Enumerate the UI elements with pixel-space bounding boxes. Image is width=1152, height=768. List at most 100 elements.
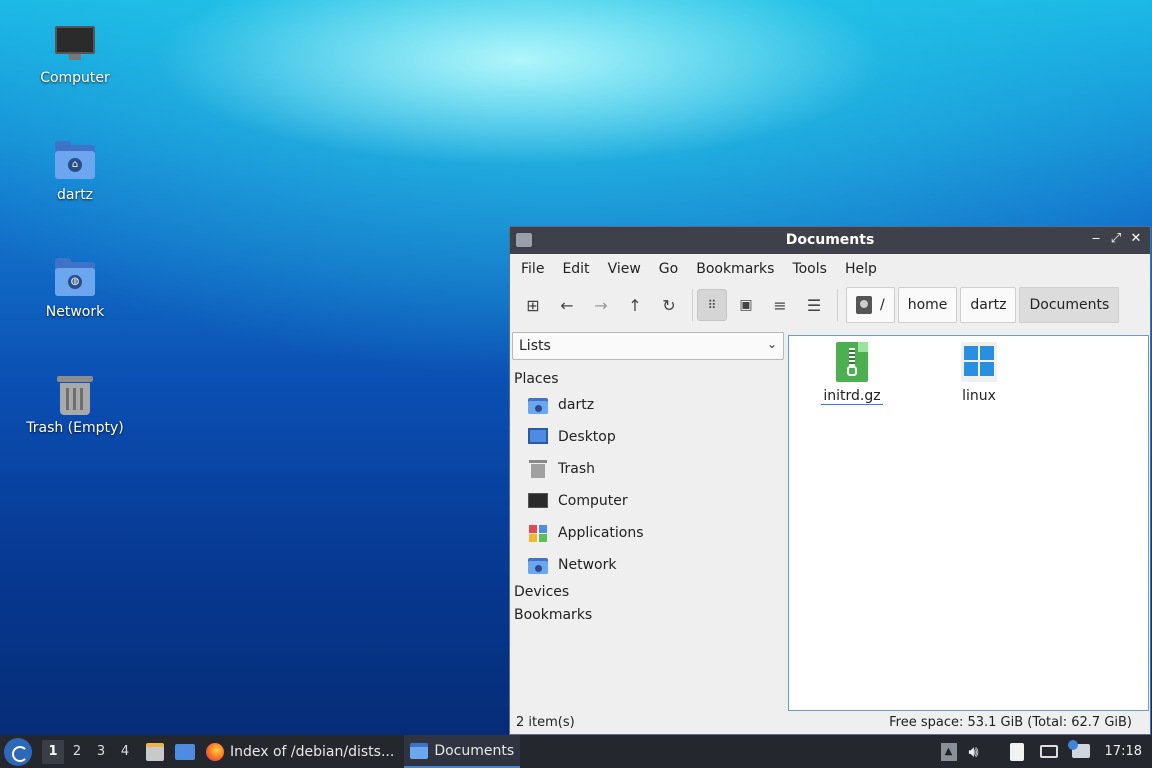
desktop-icon-label: dartz [56,187,94,203]
item-count: 2 item(s) [516,714,575,730]
icon-view-button[interactable]: ⠿ [697,289,727,321]
new-tab-icon: ⊞ [526,295,540,315]
clipboard-button[interactable] [1007,742,1027,762]
desktop-icon-dartz[interactable]: ⌂ dartz [20,141,130,203]
network-status-button[interactable] [1039,742,1059,762]
file-view[interactable]: initrd.gz linux [788,335,1149,711]
network-folder-icon [528,556,548,574]
desktop-icon-label: Trash (Empty) [26,420,124,436]
window-titlebar[interactable]: Documents ‒ ⤢ ✕ [510,227,1150,254]
clock[interactable]: 17:18 [1105,744,1142,759]
sidebar-item-network[interactable]: Network [512,549,784,581]
status-bar: 2 item(s) Free space: 53.1 GiB (Total: 6… [510,710,1150,734]
devices-header[interactable]: Devices [512,584,784,600]
task-firefox[interactable]: Index of /debian/dists... [200,735,400,768]
sidebar-item-label: Desktop [558,429,616,445]
computer-icon [528,492,548,510]
bookmarks-header[interactable]: Bookmarks [512,607,784,623]
desktop-icon-network[interactable]: ◍ Network [20,258,130,320]
workspace-3[interactable]: 3 [90,740,112,764]
sidebar-mode-select[interactable]: Lists ⌄ [512,332,784,360]
file-manager-window: Documents ‒ ⤢ ✕ File Edit View Go Bookma… [509,226,1151,735]
trash-icon [53,374,97,415]
sidebar-item-desktop[interactable]: Desktop [512,421,784,453]
menu-file[interactable]: File [512,261,553,277]
breadcrumb-dartz[interactable]: dartz [960,287,1017,323]
file-name: linux [962,388,996,404]
compact-view-button[interactable]: ≡ [765,289,795,321]
maximize-button[interactable]: ⤢ [1108,231,1124,249]
workspace-2[interactable]: 2 [66,740,88,764]
trash-icon [528,460,548,478]
file-manager-icon [146,742,164,761]
file-name: initrd.gz [821,388,883,405]
back-button[interactable]: ← [552,289,582,321]
reload-button[interactable]: ↻ [654,289,684,321]
sidebar-item-label: Computer [558,493,628,509]
forward-icon: → [594,295,608,315]
minimize-button[interactable]: ‒ [1088,231,1104,249]
menu-help[interactable]: Help [836,261,886,277]
menu-go[interactable]: Go [650,261,687,277]
free-space: Free space: 53.1 GiB (Total: 62.7 GiB) [889,714,1132,730]
forward-button[interactable]: → [586,289,616,321]
desktop-icon [528,428,548,446]
network-wired-icon [1039,744,1058,758]
applications-icon [528,524,548,542]
file-item-linux[interactable]: linux [934,342,1024,404]
file-manager-launcher[interactable] [144,741,166,763]
windows-logo-icon [961,342,997,382]
info-badge-icon [1067,739,1078,750]
volume-button[interactable]: 🔊︎ [969,742,989,762]
thumbnail-view-icon: ▣ [739,297,753,313]
breadcrumb: / home dartz Documents [846,287,1122,323]
start-menu-button[interactable] [4,737,32,766]
toolbar-separator [692,289,693,321]
network-folder-icon: ◍ [53,258,97,298]
sidebar: Lists ⌄ Places dartz Desktop Trash Compu… [512,332,784,710]
icon-view-icon: ⠿ [707,298,717,312]
tray-expand-button[interactable]: ▲ [940,742,957,762]
breadcrumb-root[interactable]: / [846,287,895,323]
task-label: Index of /debian/dists... [230,743,395,760]
breadcrumb-home[interactable]: home [897,287,958,323]
archive-icon [834,342,870,382]
computer-icon [53,24,97,64]
breadcrumb-label: / [880,297,885,313]
up-icon: ↑ [628,295,642,315]
notification-button[interactable] [1067,739,1091,762]
desktop-icon-computer[interactable]: Computer [20,24,130,86]
sidebar-item-trash[interactable]: Trash [512,453,784,485]
sidebar-item-label: Applications [558,525,644,541]
reload-icon: ↻ [662,295,676,315]
desktop-icon-label: Computer [40,70,110,86]
firefox-icon [206,742,224,761]
new-tab-button[interactable]: ⊞ [518,289,548,321]
window-title: Documents [785,232,875,248]
file-item-initrd[interactable]: initrd.gz [807,342,897,405]
sidebar-item-dartz[interactable]: dartz [512,389,784,421]
show-desktop-button[interactable] [174,741,196,763]
detailed-list-view-button[interactable]: ☰ [799,289,829,321]
tray-expand-icon: ▲ [940,742,957,761]
menu-tools[interactable]: Tools [783,261,836,277]
workspace-1[interactable]: 1 [42,739,64,764]
compact-view-icon: ≡ [773,295,787,315]
close-button[interactable]: ✕ [1128,231,1144,249]
toolbar: ⊞ ← → ↑ ↻ ⠿ ▣ ≡ ☰ / home dartz Documents [510,284,1150,326]
sidebar-item-computer[interactable]: Computer [512,485,784,517]
up-button[interactable]: ↑ [620,289,650,321]
volume-icon: 🔊︎ [968,741,979,761]
thumbnail-view-button[interactable]: ▣ [731,289,761,321]
desktop-icon-trash[interactable]: Trash (Empty) [20,374,130,436]
desktop-icon-label: Network [45,304,105,320]
breadcrumb-documents[interactable]: Documents [1019,287,1120,323]
task-label: Documents [434,742,515,759]
menu-edit[interactable]: Edit [553,261,598,277]
workspace-4[interactable]: 4 [114,740,136,764]
menu-view[interactable]: View [599,261,650,277]
sidebar-item-applications[interactable]: Applications [512,517,784,549]
select-value: Lists [519,338,551,354]
task-documents[interactable]: Documents [404,735,521,768]
menu-bookmarks[interactable]: Bookmarks [687,261,783,277]
